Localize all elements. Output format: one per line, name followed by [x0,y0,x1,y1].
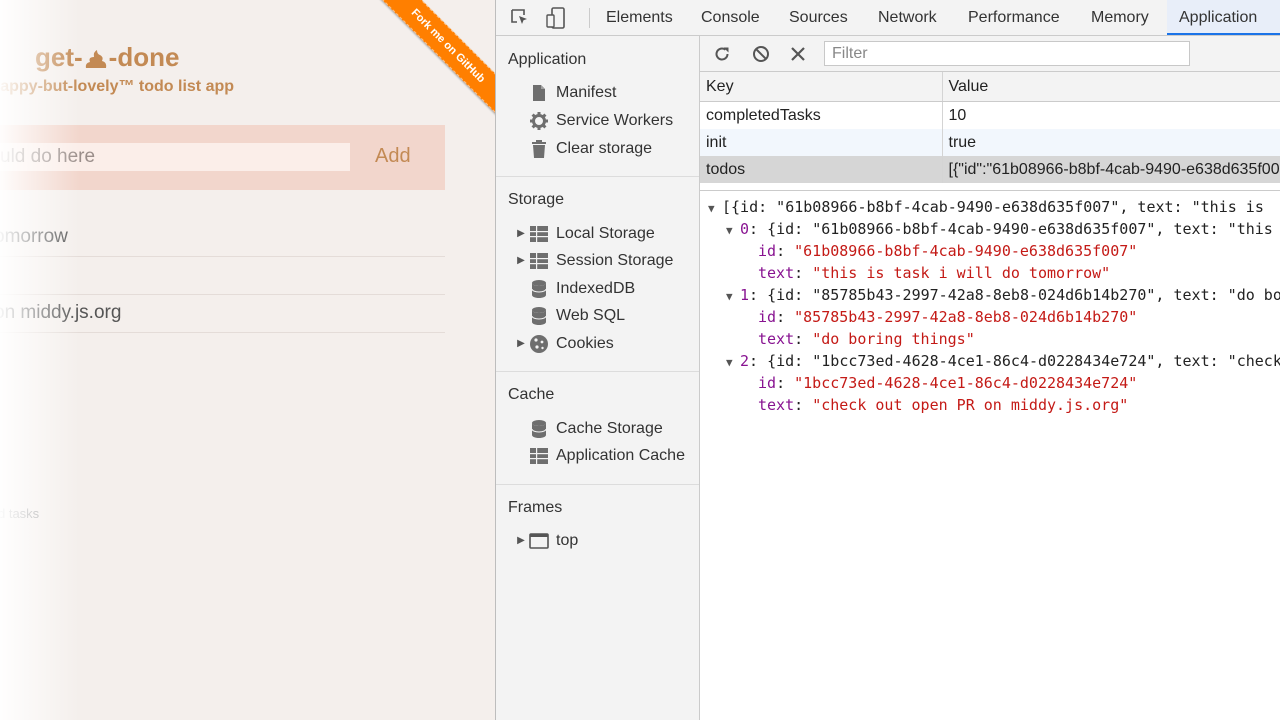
preview-root-line[interactable]: ▼ [{id: "61b08966-b8bf-4cab-9490-e638d635… [708,196,1264,218]
edge-fade [0,0,80,720]
new-todo-input[interactable] [0,143,350,171]
document-icon [528,83,550,103]
table-row[interactable]: init true [700,129,1280,156]
app-title: get- -done [35,42,180,72]
add-todo-bar: Add [0,125,445,190]
sidebar-item-application-cache[interactable]: Application Cache [528,443,685,469]
filter-input[interactable] [824,41,1190,66]
preview-property-line: text: "check out open PR on middy.js.org… [758,396,1129,414]
tab-memory[interactable]: Memory [1079,0,1161,35]
sidebar-divider [496,371,699,372]
sidebar-item-indexeddb[interactable]: IndexedDB [528,276,635,302]
devtools-tabbar: Elements Console Sources Network Perform… [496,0,1280,36]
value-column-header[interactable]: Value [942,72,1280,102]
clear-all-icon[interactable] [749,42,773,66]
sidebar-item-frame-top[interactable]: ▶ top [514,528,578,554]
key-cell[interactable]: init [700,129,943,156]
grid-icon [528,251,550,271]
preview-property-line: id: "1bcc73ed-4628-4ce1-86c4-d0228434e72… [758,374,1138,392]
delete-selected-icon[interactable] [786,42,810,66]
key-column-header[interactable]: Key [700,72,943,102]
sidebar-item-clear-storage[interactable]: Clear storage [528,136,652,162]
todo-app: get- -done rappy-but-lovely™ todo list ap… [0,0,495,720]
cookie-icon [528,334,550,354]
database-icon [528,306,550,326]
database-icon [528,279,550,299]
collapse-triangle-icon[interactable]: ▼ [726,286,740,308]
value-cell[interactable]: [{"id":"61b08966-b8bf-4cab-9490-e638d635… [942,156,1280,183]
preview-property-line: id: "85785b43-2997-42a8-8eb8-024d6b14b27… [758,308,1138,326]
key-value-table: Key Value completedTasks 10 init true to… [700,72,1280,183]
section-application: Application [508,51,587,68]
sidebar-item-cookies[interactable]: ▶ Cookies [514,331,614,357]
storage-toolbar [700,36,1280,72]
toolbar-separator [589,8,590,28]
expand-arrow-icon[interactable]: ▶ [514,248,528,274]
tab-application[interactable]: Application [1167,0,1280,35]
value-cell[interactable]: 10 [942,101,1280,129]
todo-item[interactable]: omorrow [0,218,445,257]
preview-item-line[interactable]: ▼ 2: {id: "1bcc73ed-4628-4ce1-86c4-d02284… [726,350,1280,372]
preview-item-line[interactable]: ▼ 0: {id: "61b08966-b8bf-4cab-9490-e638d6… [726,218,1273,240]
github-ribbon[interactable]: Fork me on GitHub [370,0,495,124]
value-preview: ▼ [{id: "61b08966-b8bf-4cab-9490-e638d635… [700,190,1280,720]
completed-tasks-footer: d tasks [0,506,40,521]
expand-arrow-icon[interactable]: ▶ [514,331,528,357]
refresh-icon[interactable] [710,42,734,66]
table-row[interactable]: completedTasks 10 [700,101,1280,129]
database-icon [528,419,550,439]
tab-elements[interactable]: Elements [594,0,685,35]
sidebar-item-cache-storage[interactable]: Cache Storage [528,416,663,442]
preview-property-line: id: "61b08966-b8bf-4cab-9490-e638d635f00… [758,242,1138,260]
poo-icon [85,50,106,69]
grid-icon [528,224,550,244]
table-row-selected[interactable]: todos [{"id":"61b08966-b8bf-4cab-9490-e6… [700,156,1280,183]
grid-icon [528,446,550,466]
application-sidebar: Application Manifest Service Workers Cle… [496,36,700,720]
table-header-row: Key Value [700,72,1280,102]
inspect-element-icon[interactable] [508,6,532,30]
value-cell[interactable]: true [942,129,1280,156]
app-subtitle: rappy-but-lovely™ todo list app [0,78,235,95]
collapse-triangle-icon[interactable]: ▼ [708,198,722,220]
sidebar-item-web-sql[interactable]: Web SQL [528,303,625,329]
collapse-triangle-icon[interactable]: ▼ [726,220,740,242]
sidebar-item-local-storage[interactable]: ▶ Local Storage [514,221,655,247]
section-cache: Cache [508,386,555,403]
preview-item-line[interactable]: ▼ 1: {id: "85785b43-2997-42a8-8eb8-024d6b… [726,284,1280,306]
section-frames: Frames [508,499,563,516]
key-cell[interactable]: completedTasks [700,101,943,129]
section-storage: Storage [508,191,565,208]
device-toolbar-icon[interactable] [544,6,568,30]
sidebar-item-service-workers[interactable]: Service Workers [528,108,673,134]
trash-icon [528,139,550,159]
devtools-panel: Elements Console Sources Network Perform… [495,0,1280,720]
tab-sources[interactable]: Sources [777,0,860,35]
tab-console[interactable]: Console [689,0,772,35]
collapse-triangle-icon[interactable]: ▼ [726,352,740,374]
key-cell[interactable]: todos [700,156,943,183]
sidebar-divider [496,484,699,485]
todo-item[interactable] [0,256,445,295]
tab-performance[interactable]: Performance [956,0,1072,35]
gear-icon [528,111,550,131]
add-button[interactable]: Add [375,145,411,168]
preview-property-line: text: "this is task i will do tomorrow" [758,264,1111,282]
tab-network[interactable]: Network [866,0,949,35]
expand-arrow-icon[interactable]: ▶ [514,528,528,554]
storage-main-panel: Key Value completedTasks 10 init true to… [700,36,1280,720]
sidebar-divider [496,176,699,177]
sidebar-item-manifest[interactable]: Manifest [528,80,616,106]
preview-property-line: text: "do boring things" [758,330,975,348]
sidebar-item-session-storage[interactable]: ▶ Session Storage [514,248,673,274]
expand-arrow-icon[interactable]: ▶ [514,221,528,247]
todo-item[interactable]: on middy.js.org [0,294,445,333]
frame-icon [528,531,550,551]
